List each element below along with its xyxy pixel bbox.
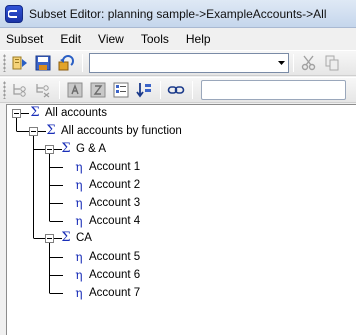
tree-node-label: Account 4 [89, 215, 141, 227]
tree-node-label: G & A [76, 143, 107, 155]
tree-node-label: Account 5 [89, 251, 141, 263]
tree-node-account-4[interactable]: η Account 4 [74, 213, 140, 229]
chevron-down-icon[interactable] [274, 54, 288, 72]
secondary-toolbar [0, 77, 356, 103]
sort-ascending-button[interactable] [64, 79, 86, 101]
leaf-element-icon: η [75, 286, 83, 300]
filter-button[interactable] [133, 79, 155, 101]
tree-node-account-2[interactable]: η Account 2 [74, 177, 140, 193]
copy-button[interactable] [321, 52, 343, 74]
link-button[interactable] [165, 79, 187, 101]
tree-node-label: Account 7 [89, 287, 141, 299]
expand-button[interactable] [9, 79, 31, 101]
ga-collapse-toggle[interactable] [45, 145, 54, 154]
root-collapse-toggle[interactable] [12, 109, 21, 118]
sort-descending-icon [90, 82, 106, 98]
menu-tools[interactable]: Tools [141, 32, 169, 46]
tree-node-ca[interactable]: Σ CA [60, 230, 92, 246]
consolidation-icon: Σ [46, 123, 56, 138]
menu-bar: Subset Edit View Tools Help [0, 29, 356, 49]
leaf-element-icon: η [75, 196, 83, 210]
scissors-icon [301, 55, 316, 71]
toolbar-grip[interactable] [3, 81, 6, 99]
tree-node-label: Account 1 [89, 161, 141, 173]
toolbar-grip[interactable] [3, 54, 6, 72]
tree-node-label: Account 3 [89, 197, 141, 209]
tree-node-account-5[interactable]: η Account 5 [74, 249, 140, 265]
copy-icon [325, 55, 339, 71]
tree-node-label: Account 2 [89, 179, 141, 191]
subset-combo[interactable] [89, 53, 289, 73]
tree-connector-lines [16, 113, 63, 294]
leaf-element-icon: η [75, 268, 83, 282]
toolbar-separator [160, 81, 161, 99]
collapse-button[interactable] [32, 79, 54, 101]
tree-node-all-accounts[interactable]: Σ All accounts [29, 105, 107, 121]
menu-edit[interactable]: Edit [60, 32, 81, 46]
tree-node-accounts-by-function[interactable]: Σ All accounts by function [45, 123, 182, 139]
open-subset-icon [12, 56, 27, 70]
title-bar: Subset Editor: planning sample->ExampleA… [0, 0, 356, 28]
subset-tree[interactable]: Σ All accounts Σ All accounts by functio… [6, 104, 356, 335]
subset-editor-window: Subset Editor: planning sample->ExampleA… [0, 0, 356, 335]
collapse-hierarchy-icon [36, 84, 50, 98]
ca-collapse-toggle[interactable] [45, 234, 54, 243]
link-icon [167, 86, 185, 94]
list-icon [113, 82, 129, 98]
tree-node-account-7[interactable]: η Account 7 [74, 285, 140, 301]
consolidation-icon: Σ [61, 141, 71, 156]
open-subset-button[interactable] [9, 52, 31, 74]
consolidation-icon: Σ [61, 230, 71, 245]
tree-node-label: All accounts by function [61, 125, 182, 137]
sort-ascending-icon [67, 82, 83, 98]
main-toolbar [0, 50, 356, 76]
toolbar-separator [192, 81, 193, 99]
cut-button[interactable] [298, 52, 320, 74]
toolbar-separator [82, 54, 83, 72]
window-title: Subset Editor: planning sample->ExampleA… [29, 6, 327, 21]
tree-node-label: All accounts [45, 107, 108, 119]
filter-text-field[interactable] [201, 80, 346, 100]
expand-hierarchy-icon [13, 84, 26, 97]
down-arrow-icon [136, 83, 151, 98]
leaf-element-icon: η [75, 250, 83, 264]
refresh-icon [58, 55, 74, 71]
tree-node-account-6[interactable]: η Account 6 [74, 267, 140, 283]
menu-help[interactable]: Help [186, 32, 211, 46]
save-icon [35, 55, 51, 71]
reset-subset-button[interactable] [55, 52, 77, 74]
save-subset-button[interactable] [32, 52, 54, 74]
tree-node-account-1[interactable]: η Account 1 [74, 159, 140, 175]
leaf-element-icon: η [75, 160, 83, 174]
hierarchy-sort-button[interactable] [110, 79, 132, 101]
menu-view[interactable]: View [98, 32, 124, 46]
leaf-element-icon: η [75, 214, 83, 228]
consolidation-icon: Σ [30, 105, 40, 120]
sort-descending-button[interactable] [87, 79, 109, 101]
tree-node-ga[interactable]: Σ G & A [60, 141, 106, 157]
menu-subset[interactable]: Subset [6, 32, 43, 46]
group-collapse-toggle[interactable] [29, 127, 38, 136]
leaf-element-icon: η [75, 178, 83, 192]
toolbar-separator [59, 81, 60, 99]
tree-node-label: Account 6 [89, 269, 141, 281]
tree-node-account-3[interactable]: η Account 3 [74, 195, 140, 211]
toolbar-separator [293, 54, 294, 72]
tree-node-label: CA [76, 232, 92, 244]
app-icon [5, 4, 23, 23]
